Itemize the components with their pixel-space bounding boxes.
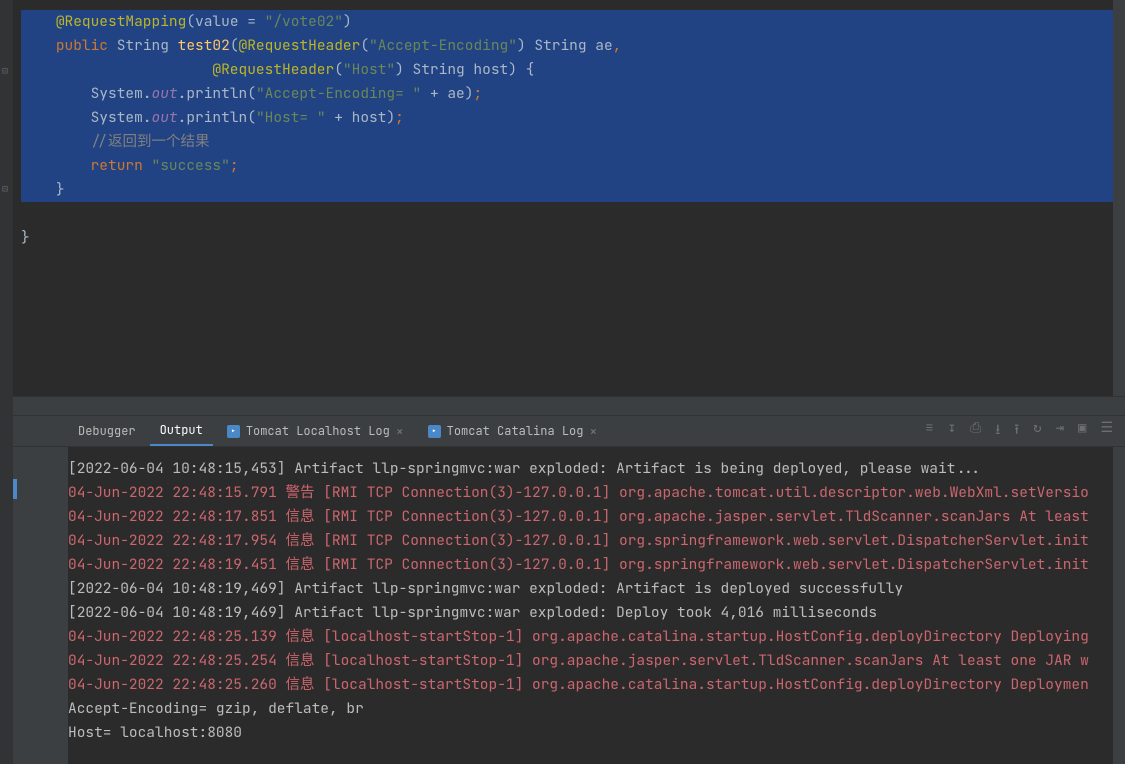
- run-panel-tabs: Debugger Output ▸ Tomcat Localhost Log ×…: [13, 416, 1125, 447]
- tab-output[interactable]: Output: [150, 416, 213, 446]
- run-panel: Debugger Output ▸ Tomcat Localhost Log ×…: [13, 416, 1125, 764]
- sidebar-marker: [13, 479, 17, 499]
- fold-icon[interactable]: ⊟: [2, 184, 8, 194]
- layout-icon[interactable]: ▣: [1078, 419, 1086, 443]
- close-icon[interactable]: ×: [396, 423, 404, 440]
- code-editor[interactable]: @RequestMapping(value = "/vote02") publi…: [13, 0, 1125, 396]
- editor-gutter: ⊟ ⊟: [0, 0, 13, 764]
- console-output[interactable]: [2022-06-04 10:48:15,453] Artifact llp-s…: [68, 447, 1125, 764]
- run-panel-sidebar: [13, 447, 68, 764]
- download-icon[interactable]: ⭳: [995, 419, 1000, 443]
- fold-icon[interactable]: ⊟: [2, 66, 8, 76]
- tomcat-icon: ▸: [428, 425, 441, 438]
- code-content: @RequestMapping(value = "/vote02") publi…: [13, 0, 1113, 250]
- soft-wrap-icon[interactable]: ≡: [925, 419, 933, 443]
- clear-icon[interactable]: ⇥: [1056, 419, 1064, 443]
- close-icon[interactable]: ×: [589, 423, 597, 440]
- tomcat-icon: ▸: [227, 425, 240, 438]
- tab-debugger[interactable]: Debugger: [68, 416, 146, 446]
- upload-icon[interactable]: ⭱: [1014, 419, 1019, 443]
- settings-icon[interactable]: ☰: [1100, 419, 1113, 443]
- tab-tomcat-localhost[interactable]: ▸ Tomcat Localhost Log ×: [217, 416, 414, 446]
- print-icon[interactable]: ⎙: [970, 419, 981, 443]
- console-toolbar: ≡ ↧ ⎙ ⭳ ⭱ ↻ ⇥ ▣ ☰: [925, 419, 1125, 443]
- editor-scroll-thumb[interactable]: [1114, 2, 1124, 50]
- panel-splitter[interactable]: [13, 396, 1125, 416]
- restart-icon[interactable]: ↻: [1033, 419, 1041, 443]
- scroll-to-end-icon[interactable]: ↧: [948, 419, 956, 443]
- log-text: [2022-06-04 10:48:15,453] Artifact llp-s…: [68, 457, 1113, 745]
- tab-tomcat-catalina[interactable]: ▸ Tomcat Catalina Log ×: [418, 416, 608, 446]
